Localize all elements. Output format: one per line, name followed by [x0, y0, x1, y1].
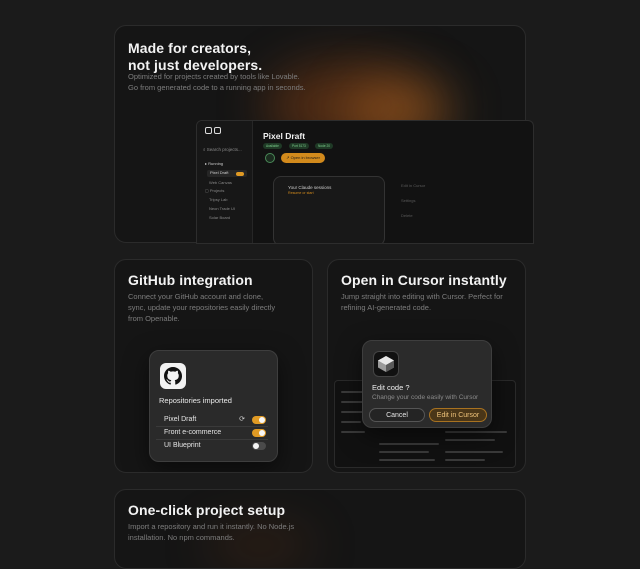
- cancel-button[interactable]: Cancel: [369, 408, 425, 422]
- card-title: One-click project setup: [128, 502, 286, 518]
- feature-card-github: GitHub integration Connect your GitHub a…: [114, 259, 313, 473]
- github-icon: [160, 363, 186, 389]
- power-button[interactable]: [265, 153, 275, 163]
- card-title: Open in Cursor instantly: [341, 272, 507, 288]
- card-description: Jump straight into editing with Cursor. …: [341, 292, 503, 312]
- repo-toggle[interactable]: [252, 442, 266, 450]
- port-badge: Port 5173: [289, 143, 309, 149]
- repo-row: Front e-commerce: [156, 428, 268, 440]
- card-description: Optimized for projects created by tools …: [128, 72, 306, 92]
- feature-card-setup: One-click project setup Import a reposit…: [114, 489, 526, 569]
- sync-icon[interactable]: ⟳: [239, 415, 245, 423]
- repo-name: Front e-commerce: [164, 429, 222, 436]
- card-title: Made for creators, not just developers.: [128, 40, 263, 73]
- edit-code-dialog: Edit code ? Change your code easily with…: [362, 340, 492, 428]
- sessions-subtitle: Resume or start: [288, 191, 314, 195]
- sidebar-item[interactable]: Solar Board: [209, 215, 230, 220]
- toggle-switch[interactable]: [236, 171, 244, 176]
- delete-link[interactable]: Delete: [401, 213, 413, 218]
- repo-name: Pixel Draft: [164, 416, 197, 423]
- repo-row: Pixel Draft ⟳: [156, 415, 268, 427]
- app-sidebar: ⌕ Search projects... ▸ Running Pixel Dra…: [197, 121, 253, 243]
- open-in-browser-button[interactable]: ↗ Open in browser: [281, 153, 325, 163]
- dialog-title: Edit code ?: [372, 383, 410, 392]
- cursor-icon: [373, 351, 399, 377]
- search-input[interactable]: ⌕ Search projects...: [203, 147, 242, 152]
- sessions-title: Your Claude sessions: [288, 185, 332, 190]
- repo-name: UI Blueprint: [164, 442, 201, 449]
- sidebar-section-running: ▸ Running: [205, 161, 224, 166]
- sidebar-item[interactable]: Neon Trade UI: [209, 206, 235, 211]
- claude-sessions-panel: Your Claude sessions Resume or start: [273, 176, 385, 243]
- sidebar-item[interactable]: Tripsy Lab: [209, 197, 228, 202]
- card-description: Import a repository and run it instantly…: [128, 522, 295, 542]
- status-badge: Available: [263, 143, 282, 149]
- sidebar-section-projects: ▢ Projects: [205, 188, 225, 193]
- repositories-title: Repositories imported: [159, 396, 232, 405]
- repo-toggle[interactable]: [252, 429, 266, 437]
- card-title: GitHub integration: [128, 272, 253, 288]
- project-title: Pixel Draft: [263, 131, 306, 141]
- repo-toggle[interactable]: [252, 416, 266, 424]
- openable-logo: [205, 127, 221, 135]
- node-badge: Node 20: [315, 143, 334, 149]
- sidebar-item[interactable]: Pixel Draft: [207, 170, 247, 177]
- repo-row: UI Blueprint: [156, 441, 268, 453]
- external-link-icon: ↗: [286, 155, 290, 160]
- app-window-mockup: ⌕ Search projects... ▸ Running Pixel Dra…: [196, 120, 534, 244]
- card-description: Connect your GitHub account and clone, sy…: [128, 292, 276, 323]
- dialog-subtitle: Change your code easily with Cursor: [372, 394, 479, 401]
- edit-in-cursor-button[interactable]: Edit in Cursor: [429, 408, 487, 422]
- settings-link[interactable]: Settings: [401, 198, 415, 203]
- sidebar-item[interactable]: Web Canvas: [209, 180, 232, 185]
- repositories-card: Repositories imported Pixel Draft ⟳ Fron…: [149, 350, 278, 462]
- edit-in-cursor-link[interactable]: Edit in Cursor: [401, 183, 425, 188]
